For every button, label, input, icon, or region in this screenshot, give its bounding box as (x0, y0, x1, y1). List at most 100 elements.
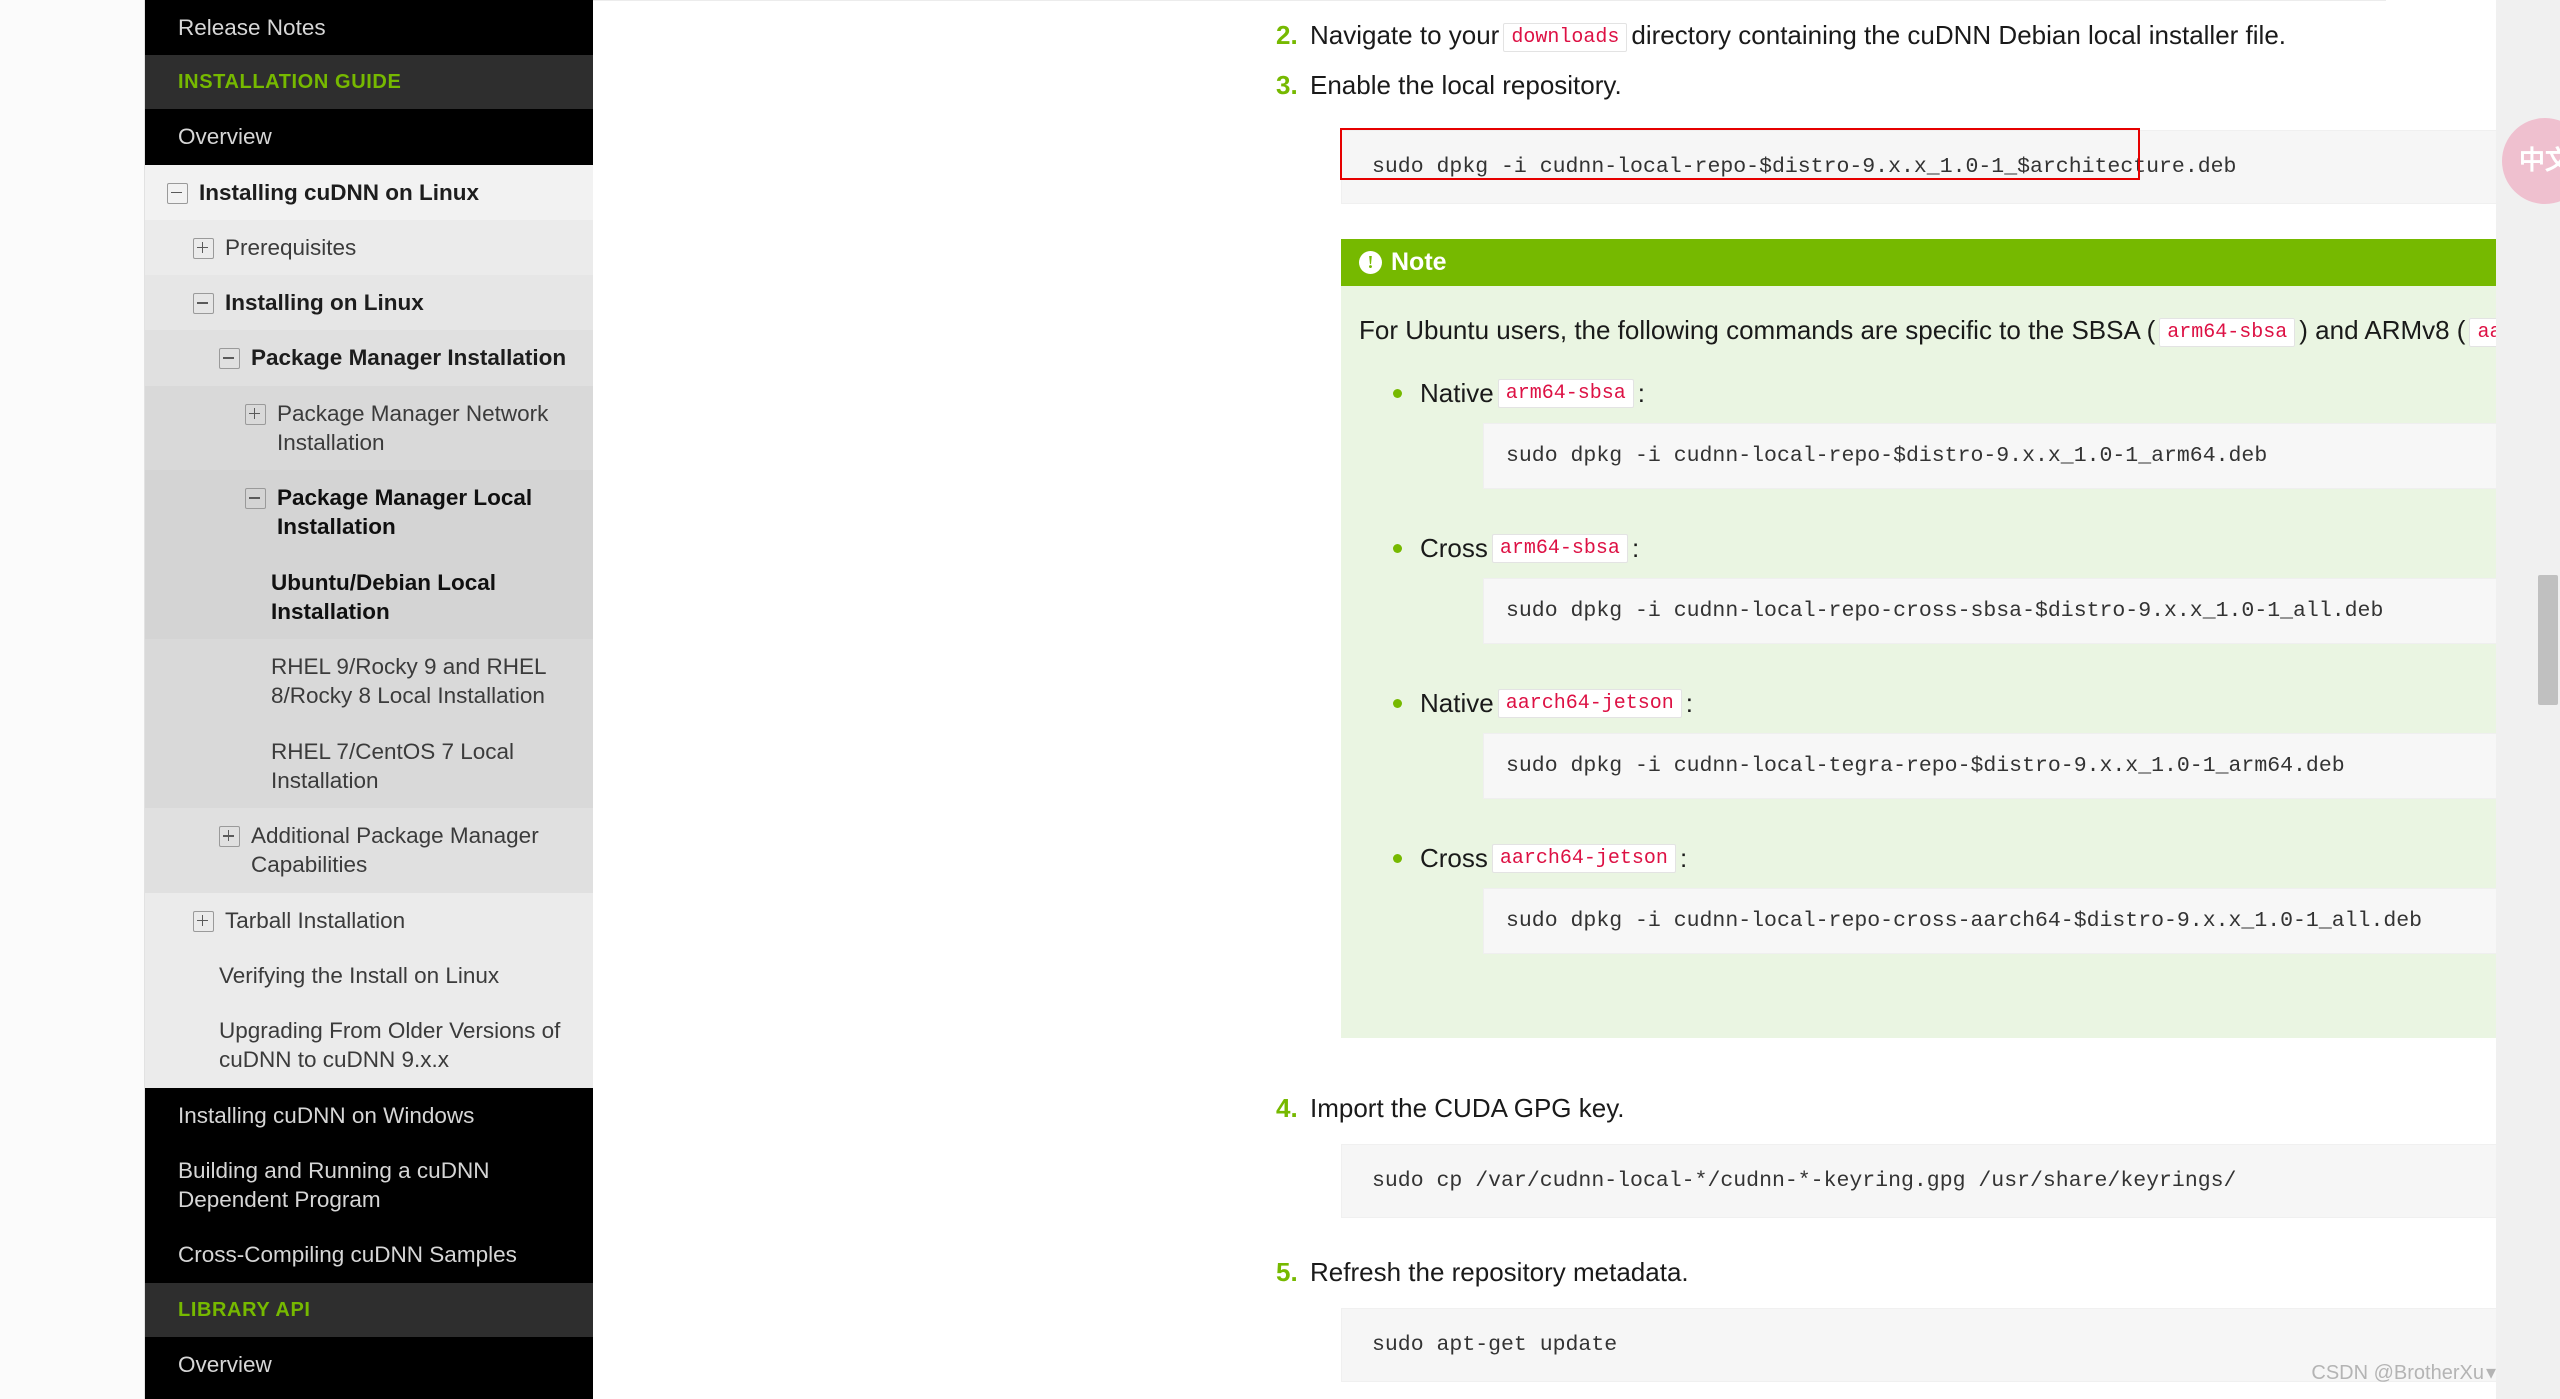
step-4-code-wrapper: sudo cp /var/cudnn-local-*/cudnn-*-keyri… (1341, 1144, 2560, 1219)
note-bullet-prefix: Cross (1420, 533, 1488, 564)
sidebar-item-prerequisites[interactable]: Prerequisites (145, 219, 593, 275)
sidebar-item-label: LIBRARY API (178, 1298, 311, 1321)
sidebar-item-label: Verifying the Install on Linux (219, 962, 500, 988)
expand-plus-icon[interactable] (245, 403, 266, 425)
note-bullet-prefix: Cross (1420, 843, 1488, 874)
sidebar-item-overview[interactable]: Overview (145, 1336, 593, 1392)
sidebar-navigation[interactable]: Release Notes INSTALLATION GUIDE Overview I… (145, 0, 593, 1399)
sidebar-item-label: Upgrading From Older Versions of cuDNN t… (219, 1018, 561, 1073)
note-body: For Ubuntu users, the following commands… (1341, 286, 2560, 1038)
sidebar-item-label: Cross-Compiling cuDNN Samples (178, 1242, 517, 1268)
note-bullet-list: Native arm64-sbsa: sudo dpkg -i cudnn-loca… (1359, 378, 2560, 955)
sidebar-item-cudnn-graph-library[interactable]: cudnn_graph Library (145, 1391, 593, 1399)
sidebar-item-label: Installing cuDNN on Linux (199, 179, 479, 205)
sidebar-item-installing-cudnn-on-linux[interactable]: Installing cuDNN on Linux (145, 164, 593, 220)
sidebar-item-package-manager-installation[interactable]: Package Manager Installation (145, 330, 593, 386)
sidebar-item-label: Building and Running a cuDNN Dependent P… (178, 1157, 490, 1212)
sidebar-item-library-api: LIBRARY API (145, 1282, 593, 1337)
sidebar-item-overview[interactable]: Overview (145, 109, 593, 165)
expand-plus-icon[interactable] (193, 910, 214, 932)
sidebar-item-cross-compiling-cudnn-samples[interactable]: Cross-Compiling cuDNN Samples (145, 1227, 593, 1283)
sidebar-item-installing-cudnn-on-windows[interactable]: Installing cuDNN on Windows (145, 1087, 593, 1143)
note-bullet-suffix: : (1637, 378, 1645, 409)
note-bullet-code-block[interactable]: sudo dpkg -i cudnn-local-tegra-repo-$dis… (1483, 733, 2560, 800)
sidebar-item-label: Installing on Linux (225, 290, 424, 315)
collapse-minus-icon[interactable] (193, 293, 214, 314)
note-bullet-suffix: : (1631, 533, 1640, 564)
sidebar-item-rhel-7-centos-7-local-installation[interactable]: RHEL 7/CentOS 7 Local Installation (145, 723, 593, 808)
sidebar-item-label: Package Manager Local Installation (277, 485, 533, 540)
note-inline-code-1: arm64-sbsa (2159, 317, 2296, 347)
sidebar-item-installation-guide: INSTALLATION GUIDE (145, 55, 593, 110)
sidebar-item-rhel-9-rocky-9-and-rhel-8-rocky-8-local-installation[interactable]: RHEL 9/Rocky 9 and RHEL 8/Rocky 8 Local … (145, 639, 593, 724)
sidebar-item-additional-package-manager-capabilities[interactable]: Additional Package Manager Capabilities (145, 808, 593, 893)
sidebar-item-release-notes[interactable]: Release Notes (145, 0, 593, 56)
note-bullet-line: Native arm64-sbsa: (1393, 378, 2560, 409)
sidebar-item-package-manager-network-installation[interactable]: Package Manager Network Installation (145, 385, 593, 470)
note-bullet-inline-code: arm64-sbsa (1491, 534, 1628, 564)
step-3-text: Enable the local repository. (1310, 69, 1622, 100)
sidebar-item-label: INSTALLATION GUIDE (178, 71, 402, 94)
sidebar-item-label: RHEL 7/CentOS 7 Local Installation (271, 738, 515, 793)
collapse-minus-icon[interactable] (245, 488, 266, 509)
expand-plus-icon[interactable] (219, 826, 240, 847)
note-bullet-line: Native aarch64-jetson: (1393, 688, 2560, 719)
sidebar-item-label: Prerequisites (225, 234, 357, 260)
note-bullet-line: Cross aarch64-jetson: (1393, 843, 2560, 874)
note-bullet-inline-code: aarch64-jetson (1497, 689, 1682, 719)
sidebar-item-label: Ubuntu/Debian Local Installation (271, 569, 496, 624)
bullet-dot-icon (1393, 854, 1402, 864)
step-2-number: 2. (1276, 20, 1298, 50)
watermark-caret-icon: ▾ (2485, 1362, 2496, 1384)
step-2-text-after: directory containing the cuDNN Debian lo… (1631, 20, 2287, 50)
sidebar-item-installing-on-linux[interactable]: Installing on Linux (145, 275, 593, 331)
left-gutter (0, 0, 145, 1399)
note-text-1: For Ubuntu users, the following commands… (1359, 315, 2156, 346)
sidebar-item-label: Installing cuDNN on Windows (178, 1102, 475, 1128)
watermark: CSDN @BrotherXu ▾ (2311, 1360, 2496, 1385)
sidebar-item-label: Additional Package Manager Capabilities (251, 823, 539, 878)
step-3-code-block[interactable]: sudo dpkg -i cudnn-local-repo-$distro-9.… (1341, 130, 2560, 205)
note-bullet-inline-code: aarch64-jetson (1491, 844, 1676, 874)
bullet-dot-icon (1393, 544, 1402, 554)
sidebar-item-label: RHEL 9/Rocky 9 and RHEL 8/Rocky 8 Local … (271, 654, 546, 709)
sidebar-item-label: Release Notes (178, 15, 326, 40)
sidebar-item-label: Overview (178, 124, 272, 150)
step-2: 2. Navigate to your downloads directory co… (1276, 17, 2560, 55)
sidebar-item-upgrading-from-older-versions-of-cudnn-to-cudnn-9-x-x[interactable]: Upgrading From Older Versions of cuDNN t… (145, 1003, 593, 1088)
note-header: ! Note (1341, 239, 2560, 287)
step-4: 4. Import the CUDA GPG key. (1276, 1090, 2560, 1128)
sidebar-item-package-manager-local-installation[interactable]: Package Manager Local Installation (145, 470, 593, 555)
step-3-code-wrapper: sudo dpkg -i cudnn-local-repo-$distro-9.… (1340, 128, 2560, 205)
step-5-text: Refresh the repository metadata. (1310, 1257, 1689, 1288)
note-callout: ! Note For Ubuntu users, the following c… (1341, 239, 2560, 1039)
sidebar-item-building-and-running-a-cudnn-dependent-program[interactable]: Building and Running a cuDNN Dependent P… (145, 1142, 593, 1228)
collapse-minus-icon[interactable] (167, 182, 188, 204)
step-5: 5. Refresh the repository metadata. (1276, 1254, 2560, 1292)
note-paragraph: For Ubuntu users, the following commands… (1359, 311, 2560, 350)
step-4-code-block[interactable]: sudo cp /var/cudnn-local-*/cudnn-*-keyri… (1341, 1144, 2560, 1219)
note-bullet-item: Native arm64-sbsa: sudo dpkg -i cudnn-loca… (1359, 378, 2560, 490)
note-bullet-item: Cross aarch64-jetson: sudo dpkg -i cudnn-l… (1359, 843, 2560, 955)
note-bullet-inline-code: arm64-sbsa (1497, 379, 1634, 409)
note-bullet-line: Cross arm64-sbsa: (1393, 533, 2560, 564)
note-bullet-code-block[interactable]: sudo dpkg -i cudnn-local-repo-cross-aarc… (1483, 888, 2560, 955)
sidebar-item-verifying-the-install-on-linux[interactable]: Verifying the Install on Linux (145, 947, 593, 1003)
expand-plus-icon[interactable] (193, 237, 214, 259)
note-text-2: ) and ARMv8 ( (2299, 315, 2466, 346)
page-scrollbar-track[interactable] (2536, 0, 2560, 1399)
note-bullet-prefix: Native (1420, 378, 1494, 409)
collapse-minus-icon[interactable] (219, 348, 240, 370)
step-2-text-before: Navigate to your (1310, 20, 1500, 50)
note-bullet-code-block[interactable]: sudo dpkg -i cudnn-local-repo-cross-sbsa… (1483, 578, 2560, 645)
exclamation-circle-icon: ! (1359, 251, 1382, 275)
sidebar-item-ubuntu-debian-local-installation[interactable]: Ubuntu/Debian Local Installation (145, 554, 593, 639)
note-bullet-suffix: : (1685, 688, 1693, 719)
step-5-number: 5. (1276, 1257, 1298, 1288)
sidebar-item-tarball-installation[interactable]: Tarball Installation (145, 892, 593, 948)
page-scrollbar-thumb[interactable] (2538, 575, 2558, 705)
main-content: 2. Navigate to your downloads directory co… (593, 0, 2560, 1399)
step-2-text: Navigate to your downloads directory conta… (1310, 17, 2286, 55)
note-title: Note (1391, 248, 1447, 277)
note-bullet-code-block[interactable]: sudo dpkg -i cudnn-local-repo-$distro-9.… (1483, 423, 2560, 490)
